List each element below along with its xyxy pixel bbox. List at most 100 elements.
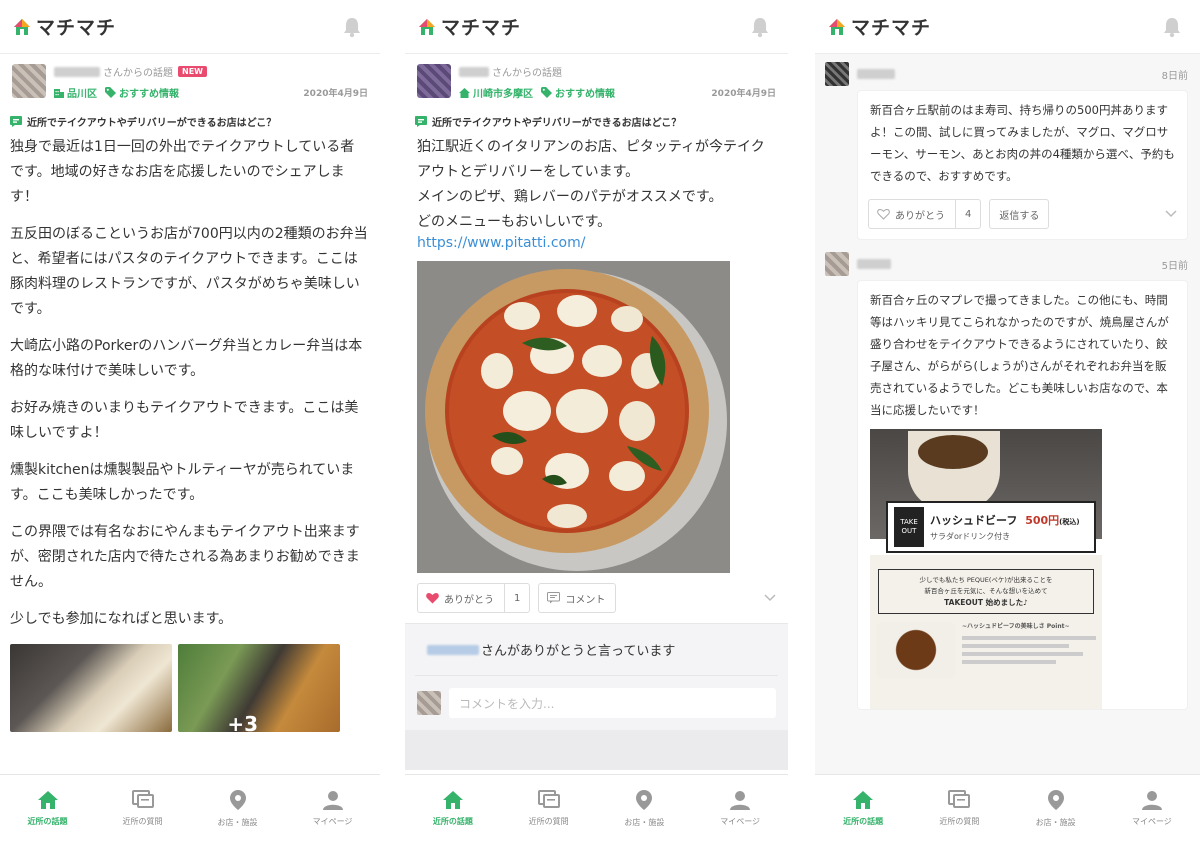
chevron-down-icon[interactable] [1165, 210, 1177, 218]
comment-icon [547, 592, 561, 604]
curry-plate [876, 622, 956, 678]
comment-input[interactable]: コメントを入力... [449, 688, 776, 718]
tab-neighborhood-questions[interactable]: 近所の質問 [501, 775, 597, 842]
tab-label: 近所の質問 [528, 817, 569, 826]
tab-neighborhood-topics[interactable]: 近所の話題 [815, 775, 911, 842]
tab-my-page[interactable]: マイページ [285, 775, 380, 842]
avatar[interactable] [825, 62, 849, 86]
tab-neighborhood-questions[interactable]: 近所の質問 [95, 775, 190, 842]
home-icon [37, 791, 58, 809]
post-paragraph: どのメニューもおいしいです。 [417, 214, 612, 230]
house-logo-icon [419, 18, 435, 35]
tab-neighborhood-topics[interactable]: 近所の話題 [405, 775, 501, 842]
menu-item-price: 500円 [1025, 514, 1060, 527]
thanks-button[interactable]: ありがとう 4 [868, 199, 982, 229]
blurred-username[interactable] [857, 69, 895, 79]
category-tag[interactable]: おすすめ情報 [541, 85, 615, 100]
tab-shops-facilities[interactable]: お店・施設 [190, 775, 285, 842]
comment-button[interactable]: コメント [538, 583, 617, 613]
house-logo-icon [829, 18, 845, 35]
post-header: さんからの話題 NEW 品川区 おすすめ情報 2020年4月9日 [0, 54, 380, 100]
screen-1: マチマチ さんからの話題 NEW 品川区 おすすめ情報 2020年4月9日 近所… [0, 0, 380, 842]
tag-icon [105, 87, 116, 98]
flag-icon [10, 116, 22, 127]
thanks-button[interactable]: ありがとう 1 [417, 583, 531, 613]
topic-title: 近所でテイクアウトやデリバリーができるお店はどこ？ [432, 118, 682, 129]
blurred-username[interactable] [459, 66, 489, 77]
post-from-label: さんからの話題 [492, 68, 562, 79]
blurred-username[interactable] [427, 644, 479, 655]
post-date: 2020年4月9日 [711, 89, 776, 99]
bell-icon[interactable] [750, 16, 770, 38]
poster-text-placeholder [962, 660, 1056, 664]
heart-outline-icon [877, 208, 890, 220]
avatar[interactable] [12, 64, 46, 98]
screen-2: マチマチ さんからの話題 川崎市多摩区 おすすめ情報 2020年4月9日 近所で… [405, 0, 788, 842]
reply-button[interactable]: 返信する [989, 199, 1050, 229]
takeout-label: TAKE OUT [894, 507, 924, 547]
person-icon [322, 791, 343, 810]
area-tag[interactable]: 川崎市多摩区 [459, 85, 533, 100]
tab-label: 近所の話題 [843, 817, 884, 826]
area-tag-label: 川崎市多摩区 [473, 89, 533, 100]
pizza-photo[interactable] [417, 261, 730, 573]
post-body: 独身で最近は1日一回の外出でテイクアウトしている者です。地域の好きなお店を応援し… [0, 135, 380, 632]
blurred-username[interactable] [54, 66, 100, 77]
comment-header: 5日前 [815, 240, 1200, 276]
tab-label: お店・施設 [624, 818, 665, 827]
tab-neighborhood-topics[interactable]: 近所の話題 [0, 775, 95, 842]
poster-line: 新百合ヶ丘を元気に、そんな想いを込めて [924, 587, 1048, 595]
map-pin-icon [229, 790, 246, 810]
tab-my-page[interactable]: マイページ [1104, 775, 1200, 842]
post-link[interactable]: https://www.pitatti.com/ [405, 235, 788, 251]
category-tag-label: おすすめ情報 [119, 89, 179, 100]
avatar[interactable] [825, 252, 849, 276]
comment-date: 5日前 [1161, 260, 1188, 272]
bell-icon[interactable] [342, 16, 362, 38]
tab-label: 近所の質問 [122, 817, 163, 826]
home-small-icon [459, 87, 470, 98]
avatar[interactable] [417, 64, 451, 98]
tag-icon [541, 87, 552, 98]
topic-line[interactable]: 近所でテイクアウトやデリバリーができるお店はどこ？ [405, 100, 788, 135]
tab-label: 近所の話題 [27, 817, 68, 826]
poster: 少しでも私たち PEQUE(ペケ)が出来ることを 新百合ヶ丘を元気に、そんな想い… [870, 555, 1102, 709]
post-body: 狛江駅近くのイタリアンのお店、ピタッティが今テイクアウトとデリバリーをしています… [405, 135, 788, 235]
tab-label: 近所の話題 [432, 817, 473, 826]
category-tag[interactable]: おすすめ情報 [105, 85, 179, 100]
photo-thumbnail[interactable]: +3 [178, 644, 340, 732]
thanks-label: ありがとう [444, 594, 494, 606]
menu-item-sub: サラダorドリンク付き [930, 532, 1011, 541]
menu-item-name: ハッシュドビーフ [930, 514, 1018, 527]
photo-thumbnail[interactable] [10, 644, 172, 732]
map-pin-icon [1047, 790, 1064, 810]
poster-text-placeholder [962, 644, 1070, 648]
poster-text-placeholder [962, 636, 1096, 640]
tab-my-page[interactable]: マイページ [692, 775, 788, 842]
tab-label: お店・施設 [217, 818, 258, 827]
blurred-username[interactable] [857, 259, 891, 269]
tab-shops-facilities[interactable]: お店・施設 [1008, 775, 1104, 842]
photo-thumbnails: +3 [0, 644, 380, 732]
comment-card: 新百合ヶ丘駅前のはま寿司、持ち帰りの500円丼ありますよ！この間、試しに買ってみ… [857, 90, 1188, 240]
topic-line[interactable]: 近所でテイクアウトやデリバリーができるお店はどこ？ [0, 100, 380, 135]
post-paragraph: 大崎広小路のPorkerのハンバーグ弁当とカレー弁当は本格的な味付けで美味しいで… [10, 338, 363, 379]
comment-card: 新百合ヶ丘のマプレで撮ってきました。この他にも、時間等はハッキリ見てこられなかっ… [857, 280, 1188, 710]
app-logo[interactable]: マチマチ [12, 13, 116, 40]
tab-neighborhood-questions[interactable]: 近所の質問 [911, 775, 1007, 842]
app-logo[interactable]: マチマチ [417, 13, 521, 40]
bell-icon[interactable] [1162, 16, 1182, 38]
home-icon [442, 791, 463, 809]
app-logo-text: マチマチ [441, 17, 522, 39]
chevron-down-icon[interactable] [764, 594, 776, 602]
poster-line: ~ハッシュドビーフの美味しさ Point~ [962, 623, 1070, 630]
footer-spacer [405, 730, 788, 770]
area-tag-label: 品川区 [67, 89, 97, 100]
comment-date: 8日前 [1161, 70, 1188, 82]
area-tag[interactable]: 品川区 [54, 85, 97, 100]
poster-text-placeholder [962, 652, 1083, 656]
comment-photo[interactable]: TAKE OUT ハッシュドビーフ 500円(税込) サラダorドリンク付き 少… [870, 429, 1102, 709]
question-icon [131, 790, 154, 808]
tab-shops-facilities[interactable]: お店・施設 [597, 775, 693, 842]
app-logo[interactable]: マチマチ [827, 13, 931, 40]
